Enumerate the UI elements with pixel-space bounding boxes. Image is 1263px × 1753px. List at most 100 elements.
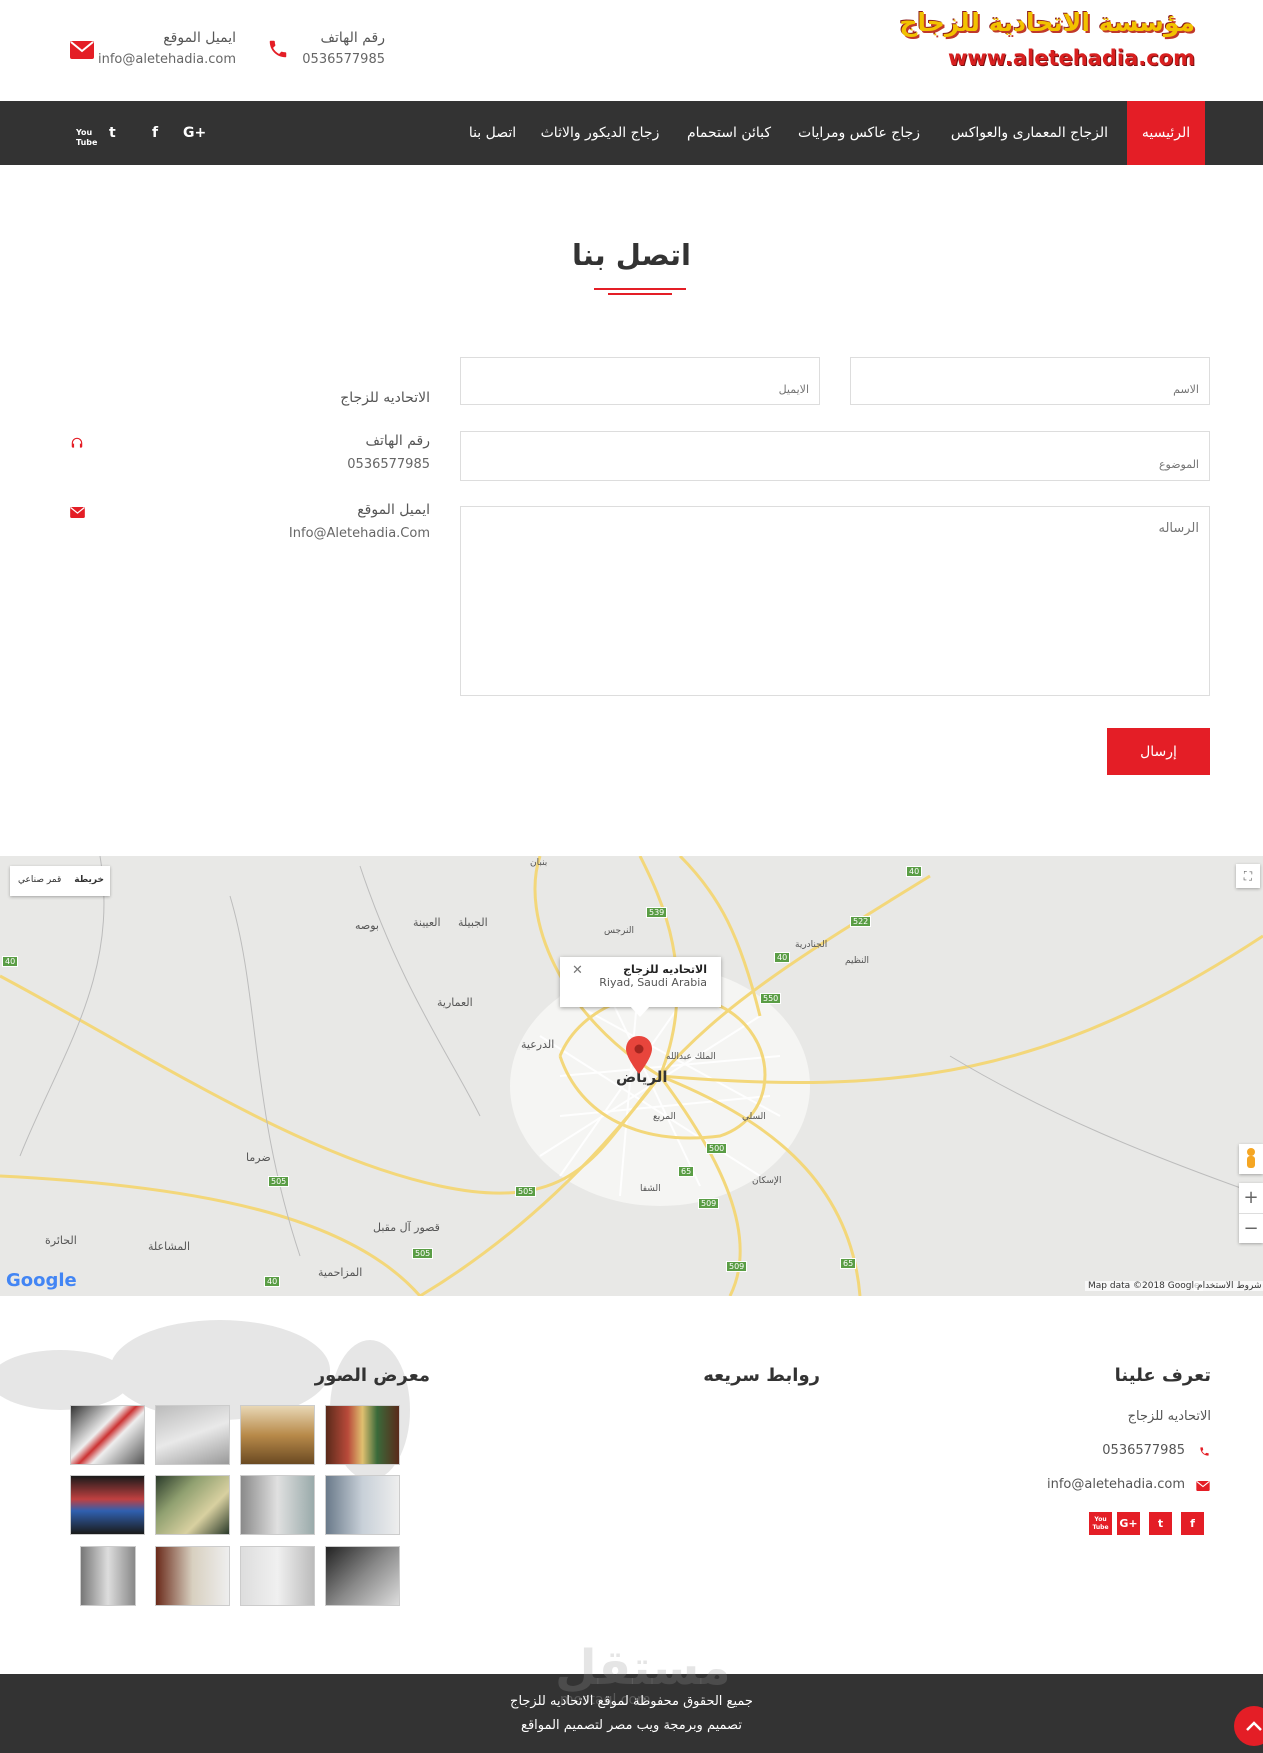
gallery-thumb[interactable]: [155, 1475, 230, 1535]
map-place-label: الجنادرية: [795, 940, 828, 950]
phone-icon: [269, 40, 287, 58]
nav-twitter-icon[interactable]: t: [109, 101, 116, 165]
fullscreen-icon[interactable]: ⛶: [1236, 864, 1260, 888]
map-marker-icon[interactable]: [626, 1036, 652, 1074]
map-place-label: المزاحمية: [318, 1266, 363, 1279]
map-place-label: العمارية: [437, 996, 473, 1009]
zoom-out-button[interactable]: −: [1239, 1213, 1263, 1243]
send-button[interactable]: إرسال: [1107, 728, 1210, 775]
side-phone-title: رقم الهاتف: [365, 433, 430, 449]
gallery-thumb[interactable]: [240, 1475, 315, 1535]
map-place-label: الشفا: [640, 1184, 661, 1194]
footer-phone: 0536577985: [1102, 1443, 1185, 1458]
gallery-thumb[interactable]: [70, 1405, 145, 1465]
side-phone-block: رقم الهاتف 0536577985: [347, 430, 430, 476]
map-place-label: بنبان: [530, 858, 548, 868]
pegman-icon[interactable]: [1239, 1144, 1263, 1174]
map-type-satellite[interactable]: قمر صناعي: [18, 875, 61, 885]
highway-shield: 505: [268, 1176, 290, 1187]
map-type-map[interactable]: خريطة: [74, 875, 104, 885]
chevron-up-icon: [1246, 1721, 1262, 1731]
nav-item-shower-cabins[interactable]: كبائن استحمام: [684, 101, 774, 165]
footer-twitter-icon[interactable]: t: [1149, 1512, 1172, 1535]
highway-shield: 522: [850, 916, 872, 927]
close-icon[interactable]: ✕: [572, 963, 583, 978]
message-textarea[interactable]: [460, 506, 1210, 696]
gallery-thumb[interactable]: [240, 1405, 315, 1465]
map-type-control: خريطة قمر صناعي: [10, 866, 110, 896]
footer-about-title: تعرف علينا: [1114, 1365, 1211, 1386]
watermark-logo: مستقل: [555, 1640, 731, 1696]
name-input[interactable]: [850, 357, 1210, 405]
highway-shield: 550: [760, 993, 782, 1004]
map-place-label: النظيم: [845, 956, 870, 966]
highway-shield: 500: [706, 1143, 728, 1154]
highway-shield: 539: [646, 907, 668, 918]
footer-youtube-icon[interactable]: You Tube: [1089, 1512, 1112, 1535]
map-place-label: المربع: [653, 1112, 676, 1122]
header-email-block: ايميل الموقع info@aletehadia.com: [98, 27, 236, 71]
gallery-thumb[interactable]: [325, 1405, 400, 1465]
brand-logo-name[interactable]: مؤسسة الاتحادية للزجاج: [899, 8, 1195, 37]
gallery-thumb[interactable]: [80, 1546, 136, 1606]
envelope-icon: [1196, 1481, 1210, 1491]
side-company: الاتحاديه للزجاج: [340, 390, 430, 406]
gallery-thumb[interactable]: [325, 1546, 400, 1606]
headset-icon: [71, 437, 83, 448]
map-place-label: الحائرة: [45, 1234, 77, 1247]
gallery-thumb[interactable]: [240, 1546, 315, 1606]
map-place-label: قصور آل مقبل: [373, 1221, 440, 1234]
side-email-title: ايميل الموقع: [357, 502, 430, 518]
nav-googleplus-icon[interactable]: G+: [183, 101, 206, 165]
nav-youtube-icon[interactable]: You Tube: [76, 128, 97, 192]
google-map[interactable]: بوصه العيينة الجبيلة العمارية الدرعية ضر…: [0, 856, 1263, 1296]
page-title: اتصل بنا: [571, 238, 691, 272]
map-place-label: الملك عبدالله: [666, 1052, 716, 1062]
nav-item-home[interactable]: الرئيسيه: [1127, 101, 1205, 165]
highway-shield: 505: [412, 1248, 434, 1259]
map-place-label: الدرعية: [521, 1038, 555, 1051]
highway-shield: 40: [774, 952, 791, 963]
footer-links-title: روابط سريعه: [703, 1365, 820, 1386]
nav-item-contact[interactable]: اتصل بنا: [465, 101, 520, 165]
phone-icon: [1200, 1447, 1209, 1456]
map-attribution: Map data ©2018 Google: [1085, 1281, 1203, 1291]
highway-shield: 40: [906, 866, 923, 877]
gallery-thumb[interactable]: [155, 1546, 230, 1606]
header-email-value[interactable]: info@aletehadia.com: [98, 49, 236, 71]
highway-shield: 509: [726, 1261, 748, 1272]
map-place-label: السلي: [742, 1112, 766, 1122]
header-phone-block: رقم الهاتف 0536577985: [302, 27, 385, 71]
side-email-value[interactable]: Info@Aletehadia.Com: [289, 522, 430, 545]
envelope-icon: [70, 507, 85, 518]
footer-facebook-icon[interactable]: f: [1181, 1512, 1204, 1535]
map-terms-link[interactable]: شروط الاستخدام: [1194, 1281, 1263, 1291]
header-phone-title: رقم الهاتف: [320, 30, 385, 46]
highway-shield: 40: [264, 1276, 281, 1287]
google-logo[interactable]: Google: [6, 1270, 77, 1291]
gallery-thumb[interactable]: [70, 1475, 145, 1535]
main-navbar: الرئيسيه الزجاج المعمارى والعواكس زجاج ع…: [0, 101, 1263, 165]
nav-item-reflective-glass-mirrors[interactable]: زجاج عاكس ومرايات: [798, 101, 920, 165]
footer-email[interactable]: info@aletehadia.com: [1047, 1477, 1185, 1492]
highway-shield: 509: [698, 1198, 720, 1209]
copyright-text: جميع الحقوق محفوظة لموقع الاتحاديه للزجا…: [510, 1694, 753, 1709]
nav-item-architectural-glass[interactable]: الزجاج المعمارى والعواكس: [951, 101, 1108, 165]
side-phone-value: 0536577985: [347, 457, 430, 472]
nav-facebook-icon[interactable]: f: [152, 101, 158, 165]
gallery-thumb[interactable]: [155, 1405, 230, 1465]
gallery-thumb[interactable]: [325, 1475, 400, 1535]
footer-googleplus-icon[interactable]: G+: [1117, 1512, 1140, 1535]
map-info-window: الاتحاديه للزجاج Riyad, Saudi Arabia ✕: [560, 957, 721, 1007]
zoom-in-button[interactable]: +: [1239, 1183, 1263, 1213]
map-place-label: ضرما: [246, 1151, 271, 1164]
subject-input[interactable]: [460, 431, 1210, 481]
credit-text[interactable]: تصميم وبرمجة ويب مصر لتصميم المواقع: [0, 1718, 1263, 1733]
title-underline: [594, 288, 686, 290]
brand-logo-url[interactable]: www.aletehadia.com: [948, 46, 1195, 70]
email-input[interactable]: [460, 357, 820, 405]
side-email-block: ايميل الموقع Info@Aletehadia.Com: [289, 499, 430, 545]
nav-item-decor-furniture-glass[interactable]: زجاج الديكور والاثاث: [540, 101, 660, 165]
zoom-control: + −: [1239, 1183, 1263, 1243]
map-place-label: العيينة: [413, 916, 441, 929]
